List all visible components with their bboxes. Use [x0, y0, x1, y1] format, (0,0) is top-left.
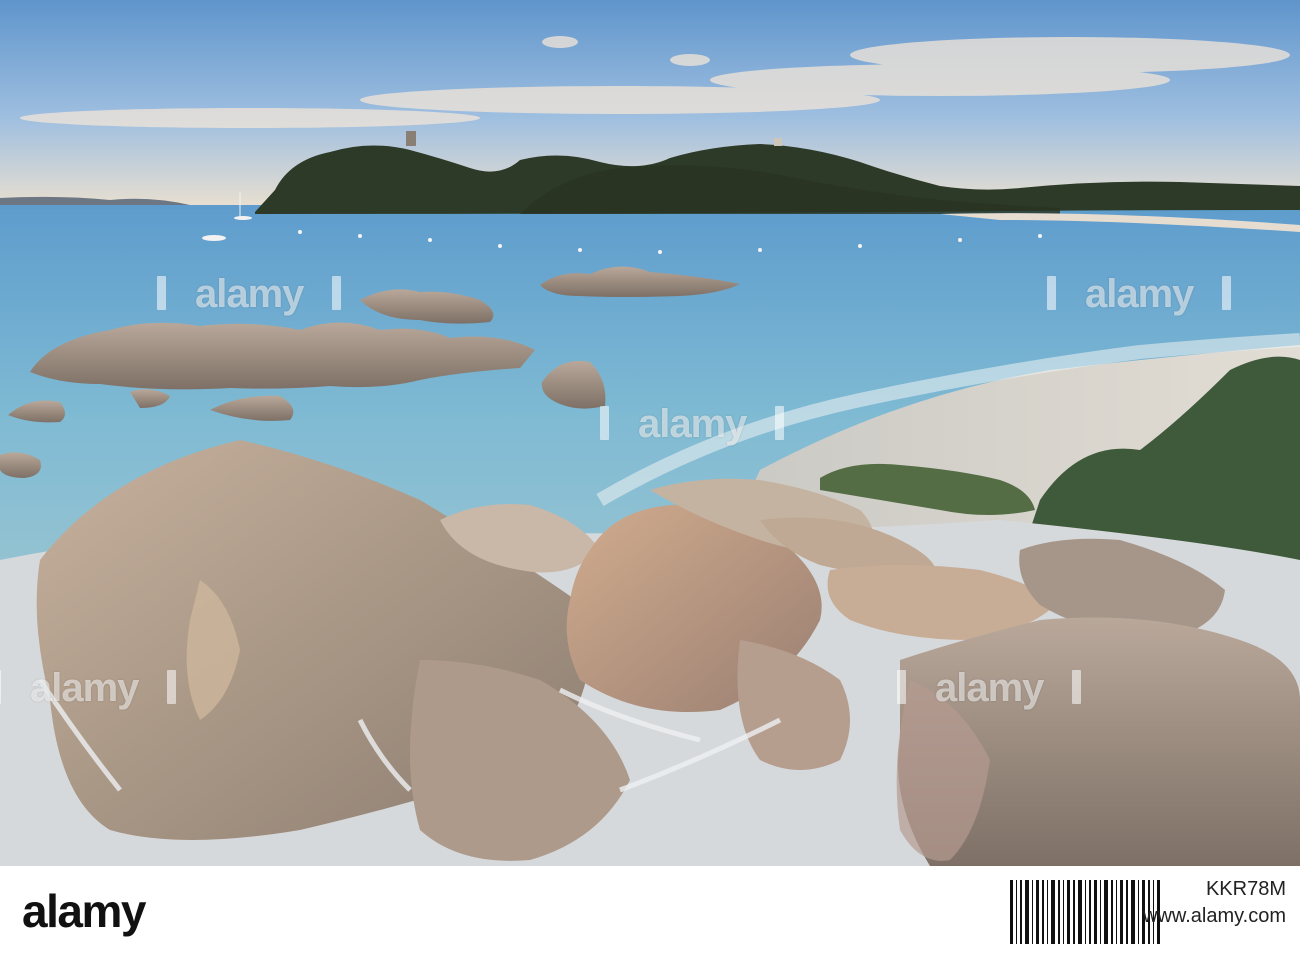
brand-logo: alamy [22, 885, 146, 937]
stock-id: KKR78M [1205, 878, 1286, 900]
watchtower [406, 131, 416, 146]
site-url: www.alamy.com [1143, 905, 1286, 927]
barcode [1010, 880, 1160, 944]
lighthouse [774, 138, 782, 146]
sailboat [234, 216, 252, 220]
landscape-photo: alamy alamy alamy alamy alamy [0, 0, 1300, 866]
coastal-scene [0, 0, 1300, 866]
boat [202, 235, 226, 241]
footer-bar: alamy KKR78M www.alamy.com [0, 866, 1300, 956]
stock-info: KKR78M www.alamy.com [1143, 878, 1286, 928]
